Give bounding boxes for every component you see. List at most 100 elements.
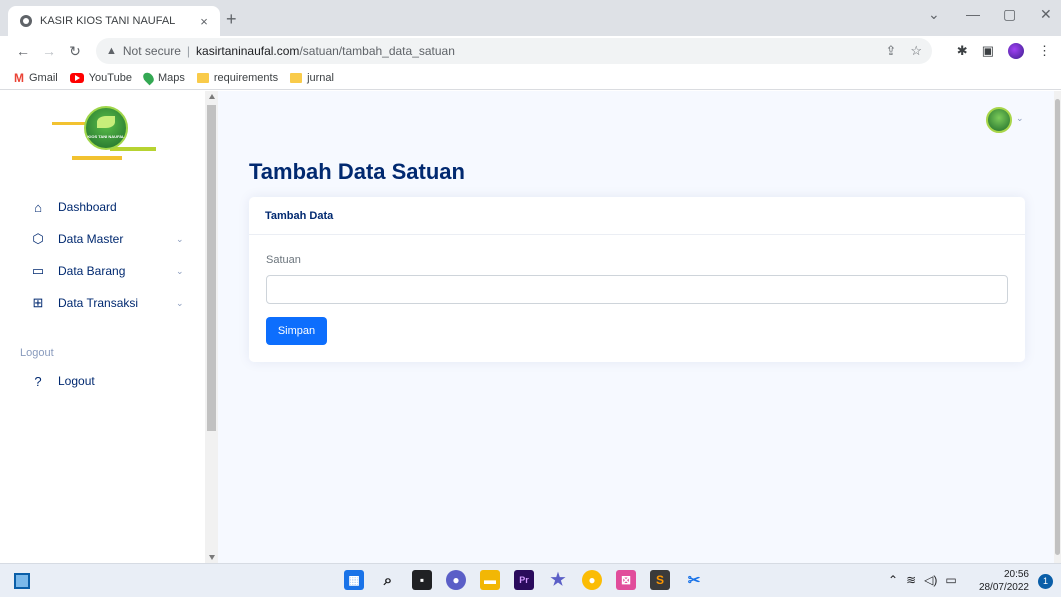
globe-icon bbox=[20, 15, 32, 27]
bookmark-label: YouTube bbox=[88, 71, 132, 84]
browser-toolbar: ← → ↻ ▲ Not secure | kasirtaninaufal.com… bbox=[0, 36, 1061, 66]
bookmark-label: Maps bbox=[157, 71, 185, 84]
battery-icon[interactable]: ▭ bbox=[945, 573, 956, 587]
sublime-icon[interactable]: S bbox=[650, 570, 670, 590]
bookmark-jurnal[interactable]: jurnal bbox=[290, 72, 334, 84]
sidebar-item-label: Dashboard bbox=[58, 200, 117, 214]
back-icon[interactable]: ← bbox=[12, 43, 34, 59]
tab-search-icon[interactable]: ⌄ bbox=[928, 6, 940, 23]
page-content: KIOS TANI NAUFAL ⌂ Dashboard ⬡ Data Mast… bbox=[0, 91, 1061, 563]
forward-icon[interactable]: → bbox=[38, 43, 60, 59]
logo-text: KIOS TANI NAUFAL bbox=[87, 134, 125, 139]
sidebar-item-data-barang[interactable]: ▭ Data Barang ⌄ bbox=[0, 255, 205, 287]
new-tab-button[interactable]: + bbox=[226, 9, 237, 30]
task-view-icon[interactable]: ▪ bbox=[412, 570, 432, 590]
chevron-down-icon: ⌄ bbox=[176, 297, 184, 308]
page-title: Tambah Data Satuan bbox=[249, 159, 465, 184]
menu-kebab-icon[interactable]: ⋮ bbox=[1038, 43, 1051, 59]
url-path: /satuan/tambah_data_satuan bbox=[299, 44, 455, 58]
sidebar-item-label: Data Transaksi bbox=[58, 296, 139, 310]
window-close-icon[interactable]: ✕ bbox=[1040, 6, 1052, 23]
windows-start-icon[interactable]: ▦ bbox=[344, 570, 364, 590]
bookmark-label: jurnal bbox=[307, 71, 334, 84]
logo-stripe bbox=[110, 147, 156, 151]
chat-icon[interactable]: ● bbox=[446, 570, 466, 590]
scroll-down-icon[interactable] bbox=[209, 555, 215, 560]
home-icon: ⌂ bbox=[34, 199, 42, 215]
share-icon[interactable]: ⇪ bbox=[885, 43, 896, 59]
help-circle-icon: ? bbox=[34, 373, 42, 389]
clock-date: 28/07/2022 bbox=[978, 582, 1029, 593]
notification-badge[interactable]: 1 bbox=[1038, 574, 1053, 589]
sidebar-item-dashboard[interactable]: ⌂ Dashboard bbox=[0, 191, 205, 223]
user-avatar[interactable] bbox=[986, 107, 1012, 133]
xampp-icon[interactable]: ⊠ bbox=[616, 570, 636, 590]
clock-time: 20:56 bbox=[1003, 569, 1029, 580]
browser-tabstrip: KASIR KIOS TANI NAUFAL × + ⌄ — ▢ ✕ bbox=[0, 0, 1061, 36]
sidebar-scrollbar[interactable] bbox=[205, 91, 218, 563]
bookmark-requirements[interactable]: requirements bbox=[196, 72, 278, 84]
taskbar: ▦ ⌕ ▪ ● ▬ Pr ★ ● ⊠ S ✂ ⌃ ≋ ◁) ▭ 20:56 28… bbox=[0, 563, 1061, 597]
folder-icon bbox=[290, 72, 303, 83]
sidebar: KIOS TANI NAUFAL ⌂ Dashboard ⬡ Data Mast… bbox=[0, 91, 205, 563]
address-bar[interactable]: ▲ Not secure | kasirtaninaufal.com /satu… bbox=[96, 38, 932, 64]
gmail-icon: M bbox=[14, 70, 24, 85]
page-scrollbar[interactable] bbox=[1054, 91, 1061, 563]
card-title: Tambah Data bbox=[249, 197, 1025, 235]
leaf-icon bbox=[97, 116, 115, 128]
logo[interactable]: KIOS TANI NAUFAL bbox=[52, 104, 162, 164]
satuan-input[interactable] bbox=[266, 275, 1008, 304]
side-panel-icon[interactable]: ▣ bbox=[982, 43, 994, 59]
extensions-icon[interactable]: ✱ bbox=[957, 43, 968, 59]
chevron-up-icon[interactable]: ⌃ bbox=[888, 573, 898, 587]
search-icon[interactable]: ⌕ bbox=[378, 570, 398, 590]
grid-icon: ⊞ bbox=[32, 295, 44, 310]
bookmark-gmail[interactable]: M Gmail bbox=[14, 71, 58, 85]
sidebar-heading: Logout bbox=[20, 347, 54, 359]
maximize-icon[interactable]: ▢ bbox=[1003, 6, 1016, 23]
bookmark-star-icon[interactable]: ☆ bbox=[910, 43, 922, 59]
card-icon: ▭ bbox=[31, 263, 45, 278]
star-app-icon[interactable]: ★ bbox=[548, 570, 568, 590]
profile-avatar[interactable] bbox=[1008, 43, 1024, 59]
form-card: Tambah Data Satuan Simpan bbox=[249, 197, 1025, 362]
sidebar-item-data-master[interactable]: ⬡ Data Master ⌄ bbox=[0, 223, 205, 255]
scrollbar-thumb[interactable] bbox=[207, 105, 216, 431]
volume-icon[interactable]: ◁) bbox=[924, 573, 937, 587]
tab-close-icon[interactable]: × bbox=[196, 14, 212, 29]
logo-stripe bbox=[72, 156, 122, 160]
warning-icon: ▲ bbox=[106, 45, 117, 57]
scroll-up-icon[interactable] bbox=[209, 94, 215, 99]
bookmarks-bar: M Gmail YouTube Maps requirements jurnal bbox=[0, 66, 1061, 90]
sidebar-item-data-transaksi[interactable]: ⊞ Data Transaksi ⌄ bbox=[0, 287, 205, 319]
premiere-icon[interactable]: Pr bbox=[514, 570, 534, 590]
not-secure-label: Not secure bbox=[122, 44, 181, 58]
chevron-down-icon: ⌄ bbox=[176, 265, 184, 276]
url-host: kasirtaninaufal.com bbox=[196, 44, 300, 58]
bookmark-maps[interactable]: Maps bbox=[141, 70, 185, 85]
sidebar-item-label: Data Barang bbox=[58, 264, 126, 278]
save-button[interactable]: Simpan bbox=[266, 317, 327, 345]
file-explorer-icon[interactable]: ▬ bbox=[480, 570, 500, 590]
sidebar-item-label: Logout bbox=[58, 374, 95, 388]
satuan-label: Satuan bbox=[266, 254, 301, 266]
wifi-icon[interactable]: ≋ bbox=[906, 573, 916, 587]
minimize-icon[interactable]: — bbox=[966, 6, 980, 22]
browser-tab[interactable]: KASIR KIOS TANI NAUFAL × bbox=[8, 6, 220, 36]
sidebar-item-label: Data Master bbox=[58, 232, 124, 246]
system-clock[interactable]: 20:56 28/07/2022 bbox=[977, 568, 1029, 594]
snipping-tool-icon[interactable]: ✂ bbox=[684, 570, 704, 590]
url-separator: | bbox=[186, 44, 191, 58]
chevron-down-icon[interactable]: ⌄ bbox=[1016, 113, 1024, 124]
maps-pin-icon bbox=[141, 70, 156, 85]
tab-title: KASIR KIOS TANI NAUFAL bbox=[40, 15, 176, 27]
bookmark-label: Gmail bbox=[29, 71, 58, 84]
box-icon: ⬡ bbox=[32, 231, 44, 246]
widgets-icon[interactable] bbox=[14, 573, 30, 589]
sidebar-item-logout[interactable]: ? Logout bbox=[0, 365, 205, 397]
reload-icon[interactable]: ↻ bbox=[64, 43, 86, 60]
scrollbar-thumb[interactable] bbox=[1055, 99, 1060, 555]
chrome-icon[interactable]: ● bbox=[582, 570, 602, 590]
youtube-icon bbox=[69, 72, 84, 83]
bookmark-youtube[interactable]: YouTube bbox=[69, 71, 132, 84]
